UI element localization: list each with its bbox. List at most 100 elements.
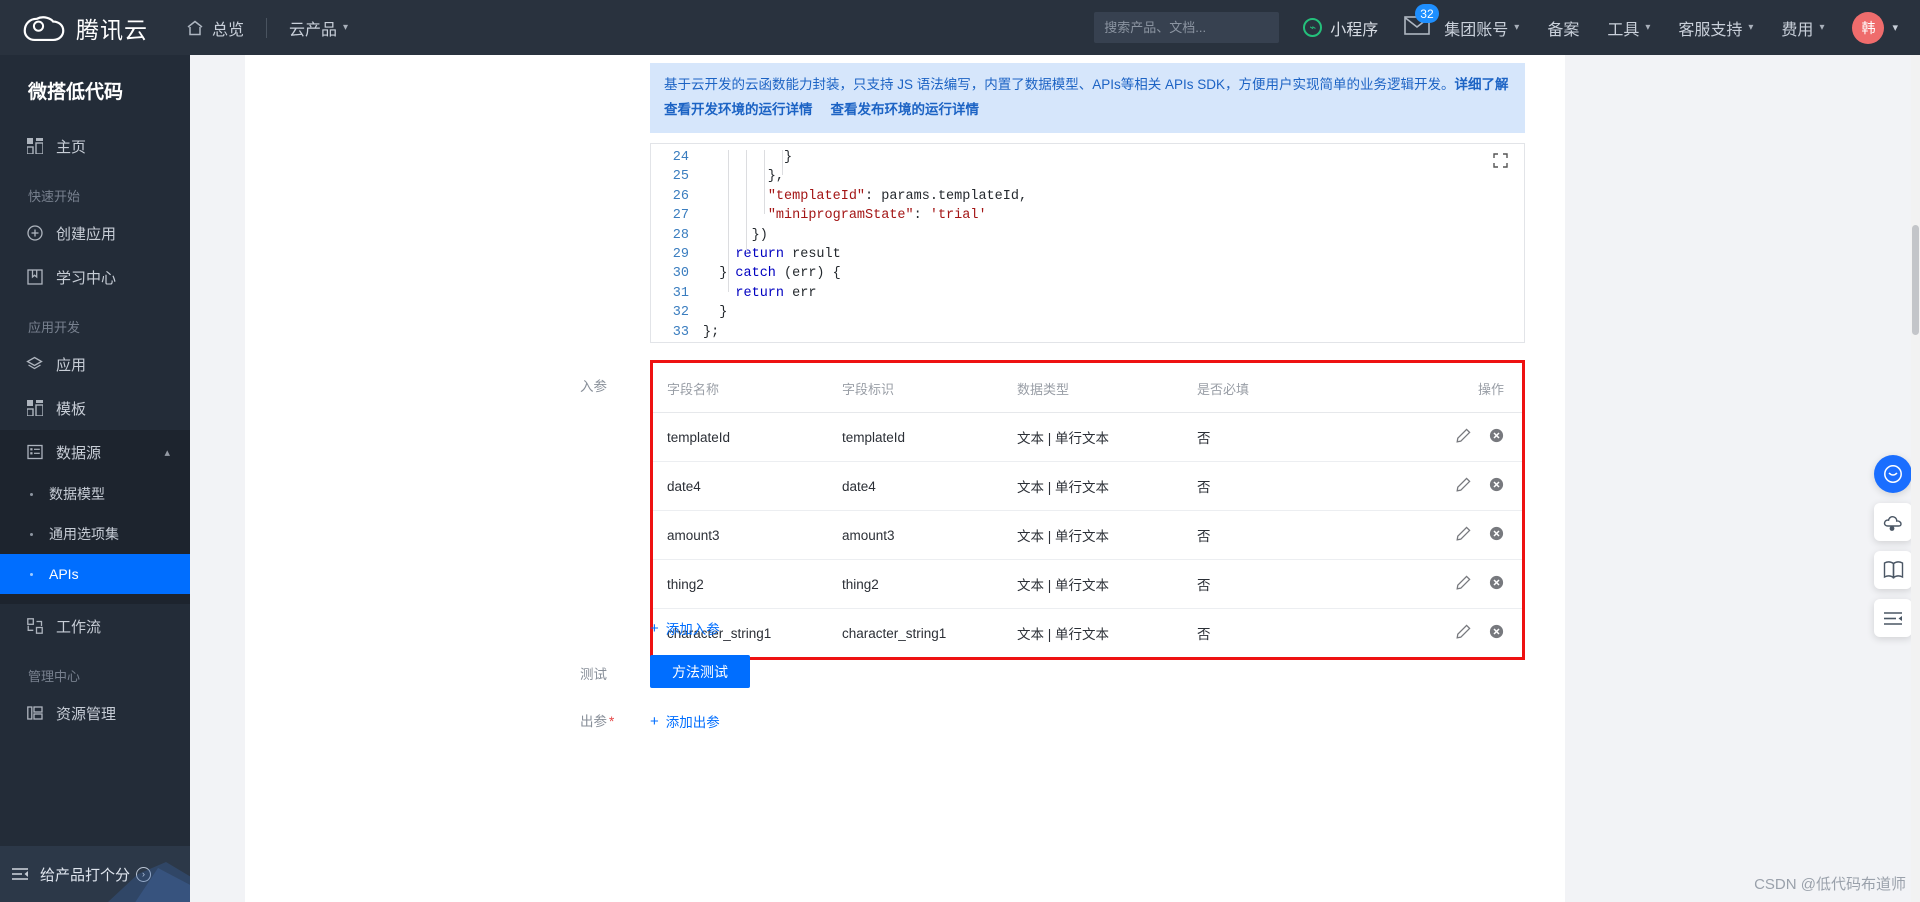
add-output-label: 添加出参 [665,715,720,730]
sidebar-item-option-set-label: 通用选项集 [49,526,119,542]
search-box[interactable] [1094,12,1281,43]
method-test-button[interactable]: 方法测试 [650,655,750,688]
chevron-down-icon: ▾ [1819,22,1825,33]
line-text: } catch (err) { [703,266,841,282]
info-banner-text: 基于云开发的云函数能力封装，只支持 JS 语法编写，内置了数据模型、APIs等相… [664,77,1455,92]
add-param-button[interactable]: + 添加入参 [650,618,720,638]
content-right-rail [1565,55,1920,902]
nav-miniprogram[interactable]: ⌁ 小程序 [1303,16,1378,40]
nav-beian[interactable]: 备案 [1547,16,1579,40]
sidebar: 微搭低代码 主页 快速开始 创建应用 学习中心 应用开发 应用 模板 数据源 ▴… [0,55,190,902]
cell-operation [1433,559,1522,609]
main-content: 基于云开发的云函数能力封装，只支持 JS 语法编写，内置了数据模型、APIs等相… [190,55,1920,902]
cell-field-name: date4 [653,461,828,511]
cell-field-name: templateId [653,412,828,462]
edit-pencil-icon[interactable] [1456,477,1471,495]
sidebar-item-learn-center-label: 学习中心 [56,269,117,287]
sidebar-item-data-model[interactable]: 数据模型 [0,474,190,514]
line-text: } [703,305,728,321]
sidebar-item-app[interactable]: 应用 [0,342,190,386]
floating-toolbar [1874,455,1912,637]
line-number: 28 [672,227,689,243]
brand-logo[interactable]: 腾讯云 [22,11,148,45]
code-line: 32 } [651,305,1524,324]
plus-circle-icon [26,225,43,242]
release-env-detail-link[interactable]: 查看发布环境的运行详情 [831,98,980,121]
edit-pencil-icon[interactable] [1456,428,1471,446]
sidebar-item-resource-manage[interactable]: 资源管理 [0,691,190,735]
nav-tools[interactable]: 工具 ▾ [1607,16,1650,40]
col-data-type: 数据类型 [1003,363,1183,413]
table-row: amount3 amount3 文本 | 单行文本否 [653,510,1522,560]
cell-operation [1433,609,1522,658]
sidebar-item-workflow[interactable]: 工作流 [0,604,190,648]
dev-env-detail-link[interactable]: 查看开发环境的运行详情 [664,98,813,121]
documentation-book-icon[interactable] [1874,551,1912,589]
delete-close-icon[interactable] [1489,428,1504,446]
nav-group-account[interactable]: 集团账号 ▾ [1444,16,1519,40]
sidebar-item-create-app-label: 创建应用 [56,225,117,243]
cell-operation [1433,461,1522,511]
delete-close-icon[interactable] [1489,575,1504,593]
delete-close-icon[interactable] [1489,624,1504,642]
table-header-row: 字段名称 字段标识 数据类型 是否必填 操作 [653,363,1522,413]
avatar[interactable]: 韩 [1852,11,1885,44]
code-editor[interactable]: 24 } 25 }, 26 "templateId": params.templat… [650,143,1525,343]
cell-required: 否 [1183,412,1433,462]
delete-close-icon[interactable] [1489,477,1504,495]
line-number: 27 [672,208,689,224]
sidebar-group-manage: 管理中心 [28,669,81,684]
sidebar-item-learn-center[interactable]: 学习中心 [0,255,190,299]
line-text: "templateId": params.templateId, [767,188,1028,204]
sidebar-item-option-set[interactable]: 通用选项集 [0,514,190,554]
nav-fee[interactable]: 费用 ▾ [1781,16,1824,40]
edit-pencil-icon[interactable] [1456,575,1471,593]
message-center[interactable]: 32 [1404,4,1439,40]
delete-close-icon[interactable] [1489,526,1504,544]
ribbon-decoration [108,862,190,902]
fullscreen-icon[interactable] [1493,153,1508,168]
add-param-label: 添加入参 [665,622,720,637]
nav-overview[interactable]: 总览 [186,16,244,40]
add-output-button[interactable]: + 添加出参 [650,711,720,731]
col-required: 是否必填 [1183,363,1433,413]
customer-service-icon[interactable] [1874,455,1912,493]
code-line: 28 }) [651,228,1524,247]
cell-data-type: 文本 | 单行文本 [1003,559,1183,609]
plus-icon: + [650,619,659,637]
cell-field-name: amount3 [653,510,828,560]
plus-icon: + [650,712,659,730]
cell-required: 否 [1183,559,1433,609]
cell-data-type: 文本 | 单行文本 [1003,412,1183,462]
sidebar-item-create-app[interactable]: 创建应用 [0,211,190,255]
content-left-rail [190,55,245,902]
info-banner-detail-link[interactable]: 详细了解 [1455,77,1509,92]
code-line: 26 "templateId": params.templateId, [651,189,1524,208]
code-line: 29 return result [651,247,1524,266]
page-scrollbar-thumb[interactable] [1912,225,1919,335]
search-input[interactable] [1104,20,1281,35]
sidebar-item-template[interactable]: 模板 [0,386,190,430]
database-list-icon [26,444,43,461]
edit-pencil-icon[interactable] [1456,624,1471,642]
sidebar-item-data-model-label: 数据模型 [49,486,105,502]
page-scrollbar-track[interactable] [1911,55,1920,902]
nav-cloud-products[interactable]: 云产品 ▾ [289,16,348,40]
sidebar-footer: 给产品打个分 › [0,846,190,902]
sidebar-item-apis[interactable]: APIs [0,554,190,594]
nav-support[interactable]: 客服支持 ▾ [1678,16,1753,40]
cloud-logo-icon [23,15,65,41]
params-label: 入参 [580,379,607,394]
edit-pencil-icon[interactable] [1456,526,1471,544]
sidebar-item-datasource[interactable]: 数据源 ▴ [0,430,190,474]
cell-operation [1433,510,1522,560]
panel-toggle-icon[interactable] [1874,599,1912,637]
collapse-sidebar-icon[interactable] [0,866,40,882]
cell-required: 否 [1197,627,1211,642]
feedback-cloud-icon[interactable] [1874,503,1912,541]
sidebar-item-home[interactable]: 主页 [0,124,190,168]
avatar-chevron-down-icon[interactable]: ▾ [1892,21,1898,34]
cell-field-name: thing2 [653,559,828,609]
cell-data-type: 文本 | 单行文本 [1003,510,1183,560]
chevron-down-icon: ▾ [1514,22,1520,33]
